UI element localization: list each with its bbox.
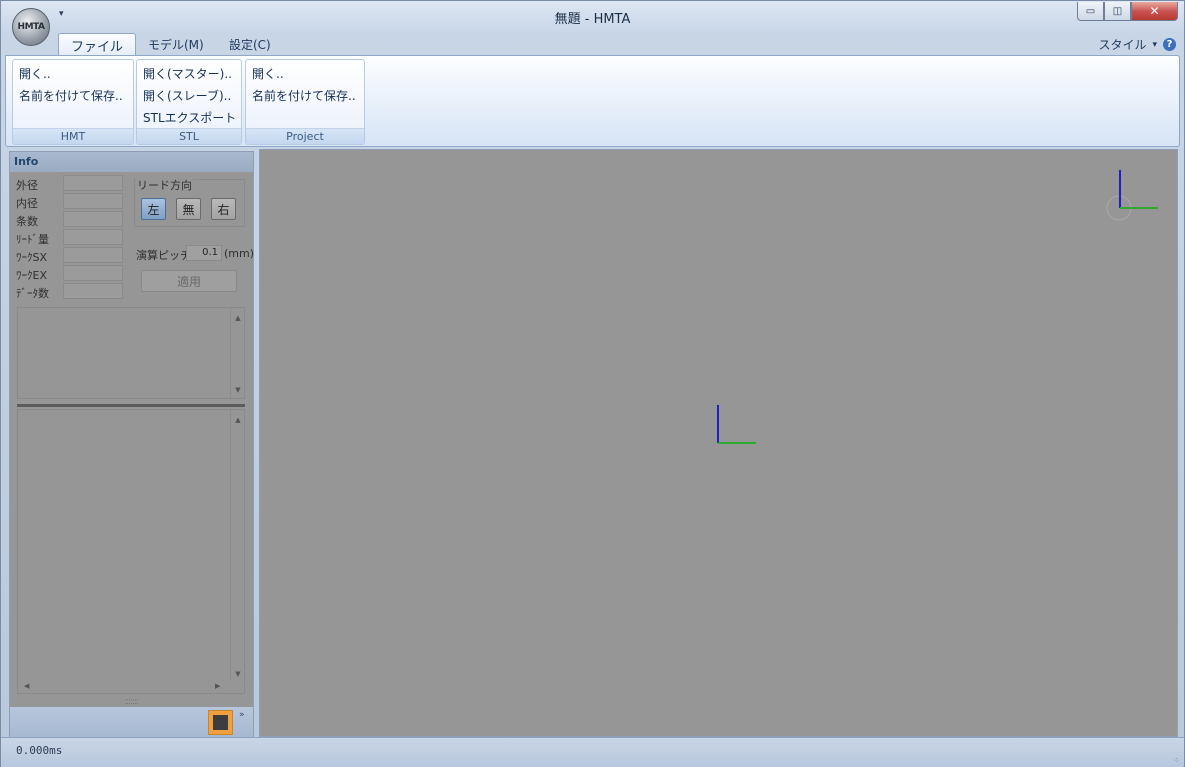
inner-diameter-field [63, 193, 123, 209]
outer-diameter-label: 外径 [16, 179, 38, 192]
color-swatch-icon[interactable] [208, 710, 233, 735]
window-controls: ▭ ◫ ✕ [1077, 2, 1178, 21]
ribbon-panel: 開く.. 名前を付けて保存.. HMT 開く(マスター).. 開く(スレーブ).… [5, 55, 1180, 147]
scroll-down-icon[interactable]: ▼ [231, 386, 245, 394]
ribbon-group-hmt: 開く.. 名前を付けて保存.. HMT [12, 59, 134, 145]
info-panel: Info 外径 内径 条数 ﾘｰﾄﾞ量 ﾜｰｸSX ﾜｰｸEX ﾃﾞｰﾀ数 リー… [9, 151, 255, 738]
tab-model[interactable]: モデル(M) [136, 33, 216, 56]
minimize-button[interactable]: ▭ [1077, 2, 1104, 21]
title-bar[interactable]: HMTA ▾ 無題 - HMTA ▭ ◫ ✕ [1, 1, 1184, 46]
window-resize-grip-icon[interactable]: ⁘ [1173, 757, 1180, 765]
chevron-down-icon: ▾ [1152, 39, 1157, 50]
lead-left-button[interactable]: 左 [141, 198, 166, 220]
calc-pitch-input[interactable]: 0.1 [186, 245, 222, 261]
vertical-scrollbar[interactable]: ▲ ▼ [230, 410, 244, 680]
chevron-double-right-icon[interactable]: » [239, 711, 245, 720]
viewport-canvas [717, 170, 1158, 444]
close-button[interactable]: ✕ [1131, 2, 1178, 21]
3d-viewport[interactable] [259, 149, 1178, 737]
inner-diameter-label: 内径 [16, 197, 38, 210]
work-sx-label: ﾜｰｸSX [16, 251, 48, 264]
style-menu-label: スタイル [1098, 38, 1147, 52]
hmt-open-button[interactable]: 開く.. [19, 64, 123, 86]
panel-toolbar: » [10, 707, 253, 738]
outer-diameter-field [63, 175, 123, 191]
scroll-right-icon[interactable]: ▶ [215, 682, 220, 690]
origin-axes [717, 405, 756, 444]
ribbon-group-label: HMT [13, 128, 133, 144]
status-bar: 0.000ms ⁘ [1, 737, 1184, 767]
lead-none-button[interactable]: 無 [176, 198, 201, 220]
message-list-lower[interactable]: ▲ ▼ ◀ ▶ [17, 409, 245, 694]
info-panel-title: Info [10, 152, 253, 172]
panel-resize-grip[interactable]: ⁚⁚⁚⁚⁚⁚⁚ [10, 700, 253, 706]
scroll-left-icon[interactable]: ◀ [24, 682, 29, 690]
render-time-text: 0.000ms [16, 744, 63, 757]
data-count-field [63, 283, 123, 299]
vertical-scrollbar[interactable]: ▲ ▼ [230, 308, 244, 398]
view-triad [1106, 170, 1158, 221]
minimize-icon: ▭ [1085, 5, 1096, 17]
project-save-as-button[interactable]: 名前を付けて保存.. [252, 86, 356, 108]
thread-count-field [63, 211, 123, 227]
hmta-logo-icon: HMTA [17, 22, 45, 32]
apply-button[interactable]: 適用 [141, 270, 237, 292]
ribbon-group-project: 開く.. 名前を付けて保存.. Project [245, 59, 365, 145]
stl-open-master-button[interactable]: 開く(マスター).. [143, 64, 236, 86]
scroll-up-icon[interactable]: ▲ [231, 314, 245, 322]
thread-count-label: 条数 [16, 215, 38, 228]
lead-amount-field [63, 229, 123, 245]
calc-pitch-unit: (mm) [224, 247, 255, 260]
lead-amount-label: ﾘｰﾄﾞ量 [16, 233, 49, 246]
ribbon-group-stl: 開く(マスター).. 開く(スレーブ).. STLエクスポート STL [136, 59, 242, 145]
help-icon[interactable]: ? [1163, 38, 1176, 51]
window-title: 無題 - HMTA [554, 12, 631, 27]
message-list-upper[interactable]: ▲ ▼ [17, 307, 245, 399]
maximize-button[interactable]: ◫ [1104, 2, 1131, 21]
scroll-up-icon[interactable]: ▲ [231, 416, 245, 424]
close-icon: ✕ [1149, 4, 1160, 18]
lead-direction-title: リード方向 [136, 177, 193, 193]
style-menu[interactable]: スタイル ▾ ? [1098, 36, 1176, 53]
ribbon-group-label: Project [246, 128, 364, 144]
stl-export-button[interactable]: STLエクスポート [143, 108, 236, 130]
panel-splitter[interactable] [17, 404, 245, 407]
tab-file[interactable]: ファイル [58, 33, 137, 56]
ribbon-tabs: ファイル モデル(M) 設定(C) スタイル ▾ ? [1, 33, 1184, 56]
hmt-save-as-button[interactable]: 名前を付けて保存.. [19, 86, 123, 108]
work-ex-label: ﾜｰｸEX [16, 269, 47, 282]
work-ex-field [63, 265, 123, 281]
tab-settings[interactable]: 設定(C) [217, 33, 283, 56]
app-orb-button[interactable]: HMTA [12, 8, 50, 46]
stl-open-slave-button[interactable]: 開く(スレーブ).. [143, 86, 236, 108]
data-count-label: ﾃﾞｰﾀ数 [16, 287, 49, 300]
restore-icon: ◫ [1112, 5, 1123, 17]
app-window: HMTA ▾ 無題 - HMTA ▭ ◫ ✕ ファイル モデル(M) 設定(C)… [0, 0, 1185, 767]
color-swatch-inner [213, 715, 228, 730]
scroll-down-icon[interactable]: ▼ [231, 670, 245, 678]
lead-right-button[interactable]: 右 [211, 198, 236, 220]
calc-pitch-label: 演算ピッチ [136, 249, 191, 262]
work-sx-field [63, 247, 123, 263]
project-open-button[interactable]: 開く.. [252, 64, 356, 86]
ribbon-group-label: STL [137, 128, 241, 144]
